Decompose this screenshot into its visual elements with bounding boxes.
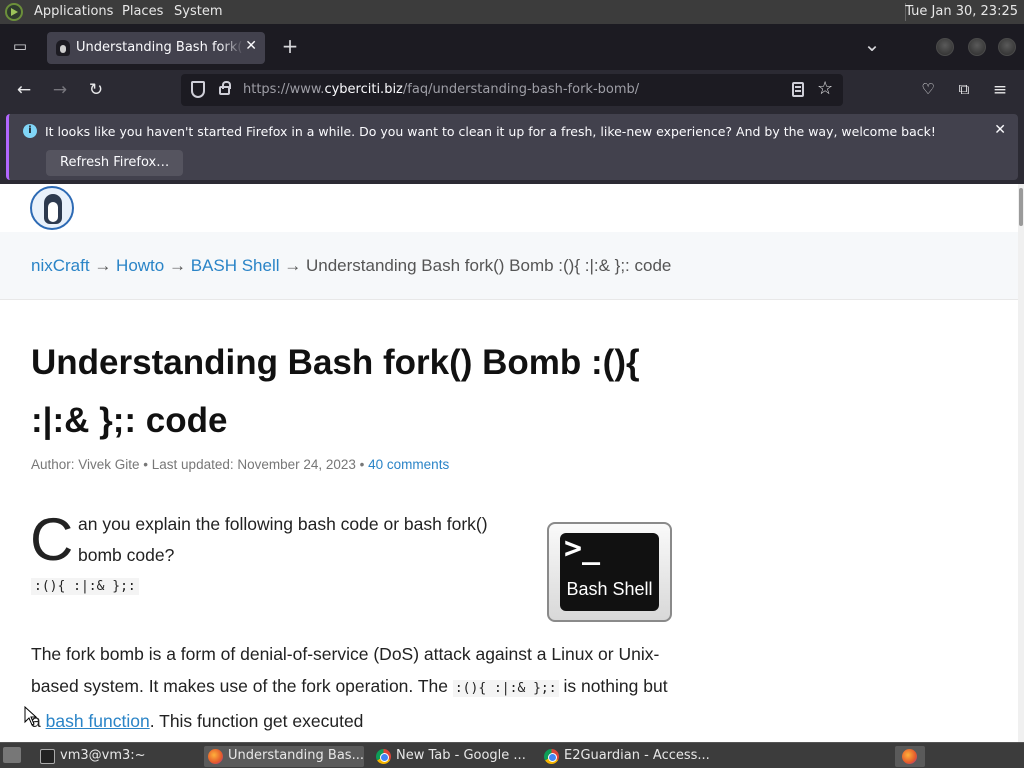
gnome-foot-icon[interactable]	[5, 3, 23, 21]
task-label: E2Guardian - Access...	[564, 748, 710, 763]
list-all-tabs-icon[interactable]: ⌄	[862, 32, 882, 56]
close-tab-icon[interactable]: ✕	[245, 38, 257, 54]
breadcrumb-bar: nixCraft → Howto → BASH Shell → Understa…	[0, 232, 1018, 300]
tab-active[interactable]: Understanding Bash fork() B ✕	[47, 32, 265, 64]
menu-system[interactable]: System	[174, 4, 222, 19]
inline-code: :(){ :|:& };:	[452, 680, 559, 697]
nixcraft-logo[interactable]	[30, 186, 74, 230]
maximize-window-button[interactable]	[968, 38, 986, 56]
show-desktop-icon[interactable]	[3, 747, 21, 763]
article-meta: Author: Vivek Gite • Last updated: Novem…	[31, 457, 449, 472]
breadcrumb-current: Understanding Bash fork() Bomb :(){ :|:&…	[306, 256, 672, 275]
page-scrollbar[interactable]	[1018, 184, 1024, 742]
tray-firefox[interactable]	[895, 746, 925, 767]
close-notification-icon[interactable]: ✕	[994, 122, 1006, 138]
breadcrumb-link-howto[interactable]: Howto	[116, 256, 164, 275]
intro-paragraph: an you explain the following bash code o…	[78, 514, 488, 565]
task-terminal[interactable]: vm3@vm3:~	[36, 746, 194, 767]
back-icon[interactable]: ←	[13, 80, 35, 100]
info-icon: i	[23, 124, 37, 138]
breadcrumb-separator: →	[284, 256, 302, 275]
close-window-button[interactable]	[998, 38, 1016, 56]
notification-message: It looks like you haven't started Firefo…	[45, 124, 936, 139]
forward-icon[interactable]: →	[49, 80, 71, 100]
chrome-icon	[376, 749, 391, 764]
system-top-panel: Applications Places System Tue Jan 30, 2…	[0, 0, 1024, 24]
firefox-tray-icon	[902, 749, 917, 764]
scrollbar-thumb[interactable]	[1019, 188, 1023, 226]
bash-function-link[interactable]: bash function	[46, 711, 150, 731]
breadcrumb-separator: →	[168, 256, 186, 275]
refresh-notification: i It looks like you haven't started Fire…	[6, 114, 1018, 180]
tracking-protection-icon[interactable]	[191, 81, 205, 98]
bash-shell-label: Bash Shell	[566, 579, 653, 599]
task-chrome-e2guardian[interactable]: E2Guardian - Access...	[540, 746, 710, 767]
clock[interactable]: Tue Jan 30, 23:25	[905, 4, 1018, 19]
navigation-toolbar: ← → ↻ https://www.cyberciti.biz/faq/unde…	[0, 70, 1024, 110]
menu-applications[interactable]: Applications	[34, 4, 113, 19]
task-label: vm3@vm3:~	[60, 748, 146, 763]
pocket-icon[interactable]: ♡	[917, 80, 939, 98]
url-prefix: https://www.	[243, 82, 325, 97]
url-text[interactable]: https://www.cyberciti.biz/faq/understand…	[243, 82, 639, 97]
paragraph-text: . This function get executed	[149, 711, 364, 731]
code-snippet: :(){ :|:& };:	[31, 578, 139, 595]
article-title: Understanding Bash fork() Bomb :(){ :|:&…	[31, 343, 640, 440]
task-label: New Tab - Google ...	[396, 748, 526, 763]
url-host: cyberciti.biz	[324, 82, 403, 97]
minimize-window-button[interactable]	[936, 38, 954, 56]
url-path: /faq/understanding-bash-fork-bomb/	[402, 82, 640, 97]
breadcrumb-link-nixcraft[interactable]: nixCraft	[31, 256, 90, 275]
terminal-screen: >_ Bash Shell	[560, 531, 659, 611]
body-paragraph: The fork bomb is a form of denial-of-ser…	[31, 638, 671, 737]
url-bar[interactable]: https://www.cyberciti.biz/faq/understand…	[181, 74, 843, 106]
tab-strip: ▭ Understanding Bash fork() B ✕ + ⌄	[0, 24, 1024, 70]
task-chrome-new-tab[interactable]: New Tab - Google ...	[372, 746, 532, 767]
breadcrumb-link-bash-shell[interactable]: BASH Shell	[191, 256, 280, 275]
author-and-date: Author: Vivek Gite • Last updated: Novem…	[31, 457, 369, 472]
firefox-view-icon[interactable]: ▭	[10, 37, 30, 55]
drop-cap: C	[30, 506, 74, 573]
task-firefox[interactable]: Understanding Bas...	[204, 746, 364, 767]
tab-title: Understanding Bash fork() B	[76, 40, 244, 55]
mouse-cursor-icon	[24, 706, 38, 726]
comments-link[interactable]: 40 comments	[368, 457, 449, 472]
terminal-icon	[40, 749, 55, 764]
extensions-icon[interactable]: ⧉	[953, 80, 975, 98]
breadcrumb: nixCraft → Howto → BASH Shell → Understa…	[31, 256, 671, 276]
breadcrumb-separator: →	[94, 256, 112, 275]
task-label: Understanding Bas...	[228, 748, 364, 763]
web-page-content: nixCraft → Howto → BASH Shell → Understa…	[0, 184, 1018, 742]
system-taskbar: vm3@vm3:~ Understanding Bas... New Tab -…	[0, 742, 1024, 768]
chrome-icon	[544, 749, 559, 764]
site-favicon-icon	[56, 40, 70, 56]
reload-icon[interactable]: ↻	[85, 80, 107, 100]
prompt-glyph: >_	[564, 531, 601, 566]
firefox-icon	[208, 749, 223, 764]
lock-icon[interactable]	[219, 81, 231, 95]
penguin-belly	[48, 202, 58, 222]
menu-places[interactable]: Places	[122, 4, 163, 19]
bookmark-star-icon[interactable]: ☆	[817, 78, 833, 99]
reader-view-icon[interactable]	[792, 82, 804, 97]
refresh-firefox-button[interactable]: Refresh Firefox…	[46, 150, 184, 176]
bash-shell-logo-image: >_ Bash Shell	[547, 522, 672, 622]
new-tab-icon[interactable]: +	[280, 34, 300, 58]
hamburger-menu-icon[interactable]: ≡	[989, 80, 1011, 100]
